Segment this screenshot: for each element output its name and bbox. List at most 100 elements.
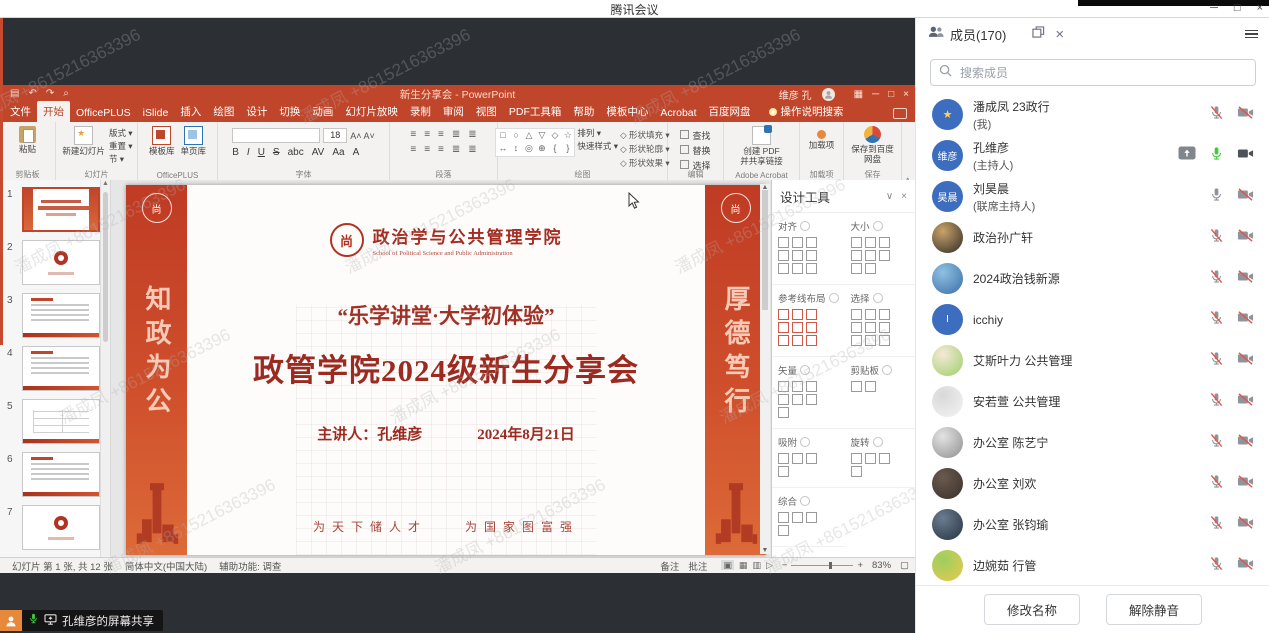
design-tool-icon[interactable] — [879, 453, 890, 464]
ribbon-tab-幻灯片放映[interactable]: 幻灯片放映 — [339, 101, 404, 122]
design-tool-icon[interactable] — [851, 309, 862, 320]
design-tool-icon[interactable] — [778, 237, 789, 248]
font-size-box[interactable]: 18 — [323, 128, 347, 143]
design-tool-icon[interactable] — [806, 322, 817, 333]
camera-icon[interactable] — [1237, 433, 1254, 453]
font-style-I[interactable]: I — [247, 147, 250, 158]
design-tool-icon[interactable] — [778, 309, 789, 320]
member-row[interactable]: ★ 潘成凤 23政行 (我) — [916, 94, 1269, 135]
slide-thumbnail[interactable]: 6 — [0, 452, 110, 498]
alignment-icon[interactable]: ≡ — [424, 145, 430, 155]
comments-toggle[interactable]: 批注 — [688, 559, 707, 573]
ribbon-small-button[interactable]: 排列 ▾ — [577, 127, 618, 139]
design-tool-icon[interactable] — [778, 407, 789, 418]
slide-thumbnail[interactable]: 5 — [0, 399, 110, 445]
design-tool-icon[interactable] — [806, 309, 817, 320]
alignment-icon[interactable]: ≣ — [468, 145, 476, 155]
ribbon-small-button[interactable]: 快速样式 ▾ — [577, 140, 618, 152]
panel-menu-icon[interactable] — [1245, 30, 1258, 39]
ppt-window-controls[interactable]: ▦─□× — [845, 89, 909, 100]
camera-icon[interactable] — [1237, 310, 1254, 330]
slide-thumbnail[interactable]: 2 — [0, 240, 110, 286]
font-style-A[interactable]: A — [353, 147, 360, 158]
camera-icon[interactable] — [1237, 269, 1254, 289]
ribbon-tab-文件[interactable]: 文件 — [4, 101, 37, 122]
design-tool-icon[interactable] — [792, 453, 803, 464]
mic-icon[interactable] — [1209, 269, 1224, 289]
mic-icon[interactable] — [1209, 105, 1224, 125]
maximize-button[interactable]: □ — [1234, 0, 1241, 17]
ribbon-tab-审阅[interactable]: 审阅 — [437, 101, 470, 122]
font-style-B[interactable]: B — [232, 147, 239, 158]
accessibility-status[interactable]: 辅助功能: 调查 — [219, 559, 281, 573]
design-tool-icon[interactable] — [879, 237, 890, 248]
slide-scrollbar[interactable]: ▲▼ — [760, 184, 770, 554]
design-tool-icon[interactable] — [806, 335, 817, 346]
mic-icon[interactable] — [1209, 228, 1224, 248]
ribbon-tab-视图[interactable]: 视图 — [470, 101, 503, 122]
design-tool-icon[interactable] — [792, 381, 803, 392]
font-style-S[interactable]: S — [273, 147, 280, 158]
design-panel-collapse-icon[interactable]: ∨ — [886, 191, 893, 202]
design-tool-icon[interactable] — [778, 466, 789, 477]
design-tool-icon[interactable] — [792, 512, 803, 523]
member-row[interactable]: 办公室 张钧瑜 — [916, 504, 1269, 545]
design-tool-icon[interactable] — [879, 322, 890, 333]
mic-icon[interactable] — [1209, 392, 1224, 412]
mic-icon[interactable] — [1209, 556, 1224, 576]
member-row[interactable]: 昊晨 刘昊晨 (联席主持人) — [916, 176, 1269, 217]
ribbon-small-button[interactable]: 替换 — [680, 144, 710, 157]
grow-shrink-font-icons[interactable]: A˄ A˅ — [350, 131, 375, 141]
design-tool-icon[interactable] — [778, 263, 789, 274]
design-tool-icon[interactable] — [851, 335, 862, 346]
camera-icon[interactable] — [1237, 351, 1254, 371]
ribbon-tab-插入[interactable]: 插入 — [174, 101, 207, 122]
ribbon-small-button[interactable]: 重置 ▾ — [109, 140, 133, 152]
design-tool-icon[interactable] — [792, 263, 803, 274]
ribbon-tab-百度网盘[interactable]: 百度网盘 — [703, 101, 757, 122]
fit-to-window-icon[interactable]: ▢ — [900, 560, 909, 571]
member-row[interactable]: 政治孙广轩 — [916, 217, 1269, 258]
alignment-icon[interactable]: ≡ — [410, 145, 416, 155]
mic-icon[interactable] — [1209, 310, 1224, 330]
camera-icon[interactable] — [1237, 515, 1254, 535]
slide-thumbnail[interactable]: 7 — [0, 505, 110, 551]
screen-share-banner[interactable]: 孔维彦的屏幕共享 — [22, 610, 163, 631]
ribbon-tab-OfficePLUS[interactable]: OfficePLUS — [70, 104, 137, 122]
unmute-button[interactable]: 解除静音 — [1106, 594, 1202, 625]
presenter-icon[interactable] — [0, 610, 22, 631]
design-tool-icon[interactable] — [778, 250, 789, 261]
ppt-window-control[interactable]: ─ — [872, 89, 879, 100]
design-tool-icon[interactable] — [879, 335, 890, 346]
paragraph-icon[interactable]: ≡ — [438, 130, 444, 140]
design-tool-icon[interactable] — [806, 512, 817, 523]
design-tool-icon[interactable] — [879, 250, 890, 261]
ribbon-tab-帮助[interactable]: 帮助 — [567, 101, 600, 122]
camera-icon[interactable] — [1237, 228, 1254, 248]
minimize-button[interactable]: ─ — [1210, 0, 1218, 17]
ribbon-small-button[interactable]: 查找 — [680, 129, 710, 142]
ppt-window-control[interactable]: × — [903, 89, 909, 100]
design-tool-icon[interactable] — [879, 309, 890, 320]
paragraph-icon[interactable]: ≡ — [410, 130, 416, 140]
design-tool-icon[interactable] — [778, 381, 789, 392]
camera-icon[interactable] — [1237, 187, 1254, 207]
member-row[interactable]: 2024政治钱新源 — [916, 258, 1269, 299]
slide-thumbnail[interactable]: 3 — [0, 293, 110, 339]
design-tool-icon[interactable] — [851, 466, 862, 477]
design-tool-icon[interactable] — [792, 335, 803, 346]
notes-toggle[interactable]: 备注 — [660, 559, 679, 573]
ribbon-small-button[interactable]: 节 ▾ — [109, 153, 133, 165]
member-row[interactable]: 安若萱 公共管理 — [916, 381, 1269, 422]
paragraph-icon[interactable]: ≣ — [468, 130, 476, 140]
design-tool-icon[interactable] — [865, 335, 876, 346]
camera-icon[interactable] — [1237, 474, 1254, 494]
ribbon-tab-录制[interactable]: 录制 — [404, 101, 437, 122]
ribbon-button[interactable]: 模板库 — [147, 125, 177, 169]
alignment-icon[interactable]: ≡ — [438, 145, 444, 155]
close-panel-icon[interactable]: × — [1055, 27, 1064, 42]
font-style-AV[interactable]: AV — [312, 147, 325, 158]
popout-panel-icon[interactable] — [1032, 25, 1045, 43]
ppt-account-avatar[interactable] — [822, 88, 835, 101]
ribbon-tab-PDF工具箱[interactable]: PDF工具箱 — [503, 101, 568, 122]
